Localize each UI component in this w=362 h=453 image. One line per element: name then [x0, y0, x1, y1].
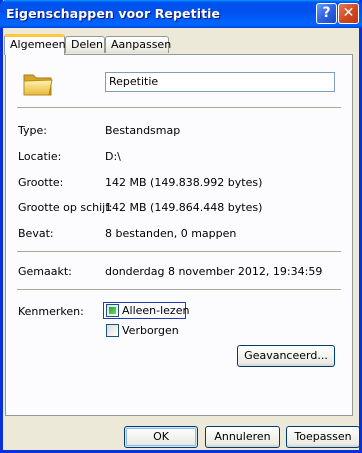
divider: [17, 251, 341, 252]
help-button[interactable]: ?: [316, 3, 337, 24]
contains-value: 8 bestanden, 0 mappen: [105, 227, 237, 240]
size-on-disk-value: 142 MB (149.864.448 bytes): [105, 201, 263, 214]
hidden-checkbox-box[interactable]: [106, 324, 119, 337]
title-bar[interactable]: Eigenschappen voor Repetitie ? ✕: [0, 0, 362, 28]
attributes-label: Kenmerken:: [18, 305, 84, 318]
tab-aanpassen[interactable]: Aanpassen: [105, 36, 171, 53]
location-label: Locatie:: [18, 150, 62, 163]
apply-button[interactable]: Toepassen: [286, 426, 360, 448]
location-value: D:\: [105, 150, 121, 163]
ok-button[interactable]: OK: [124, 426, 198, 448]
readonly-checkbox-label[interactable]: Alleen-lezen: [122, 304, 189, 317]
tab-delen[interactable]: Delen: [65, 36, 105, 53]
help-icon: ?: [322, 5, 331, 21]
divider: [17, 289, 341, 290]
size-label: Grootte:: [18, 176, 64, 189]
created-label: Gemaakt:: [18, 265, 72, 278]
window-title: Eigenschappen voor Repetitie: [6, 6, 221, 21]
advanced-button[interactable]: Geavanceerd...: [237, 345, 335, 367]
type-value: Bestandsmap: [105, 124, 181, 137]
contains-label: Bevat:: [18, 227, 54, 240]
type-label: Type:: [18, 124, 47, 137]
tab-algemeen[interactable]: Algemeen: [4, 34, 66, 55]
hidden-checkbox-label[interactable]: Verborgen: [122, 324, 179, 337]
divider: [17, 107, 341, 108]
folder-icon: [23, 74, 53, 96]
folder-name-input[interactable]: Repetitie: [105, 72, 335, 92]
size-value: 142 MB (149.838.992 bytes): [105, 176, 263, 189]
general-tab-panel: Repetitie Type: Bestandsmap Locatie: D:\…: [5, 54, 353, 416]
cancel-button[interactable]: Annuleren: [205, 426, 280, 448]
readonly-checkbox-box[interactable]: [106, 304, 119, 317]
readonly-checkbox[interactable]: Alleen-lezen: [103, 302, 189, 319]
created-value: donderdag 8 november 2012, 19:34:59: [105, 265, 323, 278]
size-on-disk-label: Grootte op schijf:: [18, 201, 113, 214]
hidden-checkbox[interactable]: Verborgen: [104, 323, 179, 340]
close-icon: ✕: [342, 5, 355, 21]
close-button[interactable]: ✕: [338, 3, 359, 24]
